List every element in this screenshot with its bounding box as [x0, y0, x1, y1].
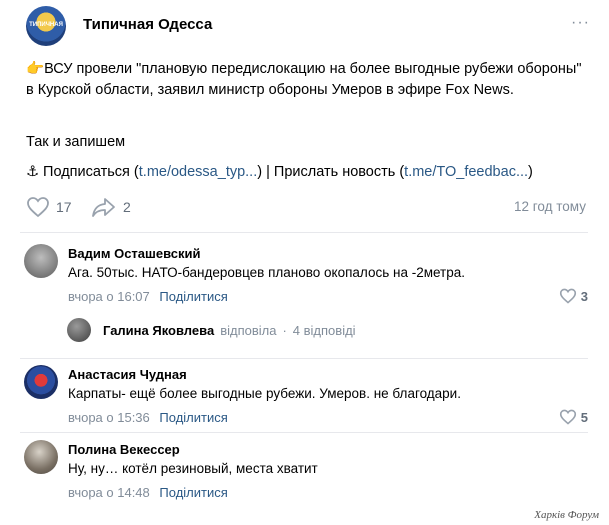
post-text-line2: Так и запишем — [26, 134, 126, 150]
avatar[interactable] — [24, 440, 58, 474]
comment-text: Карпаты- ещё более выгодные рубежи. Умер… — [68, 386, 461, 401]
like-count: 17 — [56, 199, 72, 215]
reply-count[interactable]: 4 відповіді — [293, 323, 356, 338]
more-dots-icon[interactable]: ··· — [571, 14, 590, 32]
share-arrow-icon — [92, 198, 115, 217]
comment-meta: вчора о 15:36 Поділитися — [68, 410, 228, 425]
post-header: ТИПИЧНАЯ Типичная Одесса ··· — [26, 4, 589, 46]
heart-icon — [27, 197, 49, 218]
post-actions: 17 2 12 год тому — [26, 196, 586, 218]
comment-like-button[interactable]: 5 — [559, 409, 588, 425]
reply-verb: відповіла — [220, 322, 277, 338]
comment-author[interactable]: Вадим Осташевский — [68, 246, 200, 261]
avatar-caption: ТИПИЧНАЯ — [29, 22, 63, 28]
reply-dot: · — [282, 322, 287, 338]
post-body: ВСУ провели "плановую передислокацию на … — [26, 61, 582, 98]
send-news-link[interactable]: t.me/TO_feedbac... — [404, 164, 528, 180]
comment-time[interactable]: вчора о 14:48 — [68, 485, 150, 500]
comment-author[interactable]: Полина Векессер — [68, 442, 180, 457]
share-link[interactable]: Поділитися — [159, 485, 227, 500]
comment-like-count: 3 — [580, 288, 588, 304]
subscribe-label: Подписаться — [43, 164, 130, 180]
avatar[interactable] — [67, 318, 91, 342]
post-time[interactable]: 12 год тому — [514, 199, 586, 214]
comment-text: Ага. 50тыс. НАТО-бандеровцев планово око… — [68, 265, 466, 280]
anchor-emoji: ⚓ — [26, 164, 39, 180]
avatar[interactable] — [24, 244, 58, 278]
share-link[interactable]: Поділитися — [159, 410, 227, 425]
heart-icon — [559, 288, 576, 304]
reply-thread[interactable]: Галина Яковлева відповіла · 4 відповіді — [67, 317, 467, 343]
comment-meta: вчора о 14:48 Поділитися — [68, 485, 228, 500]
separator: | — [266, 164, 270, 180]
post-links-line: ⚓ Подписаться (t.me/odessa_typ...) | При… — [26, 164, 533, 180]
share-count: 2 — [123, 199, 131, 215]
comment-meta: вчора о 16:07 Поділитися — [68, 289, 228, 304]
share-button[interactable]: 2 — [91, 196, 131, 218]
comment-like-count: 5 — [580, 409, 588, 425]
heart-icon — [559, 409, 576, 425]
comment-time[interactable]: вчора о 15:36 — [68, 410, 150, 425]
divider — [20, 358, 588, 359]
share-link[interactable]: Поділитися — [159, 289, 227, 304]
community-name[interactable]: Типичная Одесса — [83, 16, 212, 33]
pointing-hand-emoji: 👉 — [26, 61, 45, 77]
reply-author[interactable]: Галина Яковлева — [103, 323, 214, 338]
send-news-label: Прислать новость — [273, 164, 396, 180]
watermark: Харків Форум — [534, 509, 599, 521]
like-button[interactable]: 17 — [26, 196, 72, 218]
comment-time[interactable]: вчора о 16:07 — [68, 289, 150, 304]
divider — [20, 432, 588, 433]
divider — [20, 232, 588, 233]
avatar[interactable] — [24, 365, 58, 399]
comment-text: Ну, ну… котёл резиновый, места хватит — [68, 461, 318, 476]
comment-author[interactable]: Анастасия Чудная — [68, 367, 187, 382]
comment-like-button[interactable]: 3 — [559, 288, 588, 304]
subscribe-link[interactable]: t.me/odessa_typ... — [139, 164, 257, 180]
post-text: 👉ВСУ провели "плановую передислокацию на… — [26, 59, 586, 101]
community-avatar[interactable]: ТИПИЧНАЯ — [26, 6, 66, 46]
